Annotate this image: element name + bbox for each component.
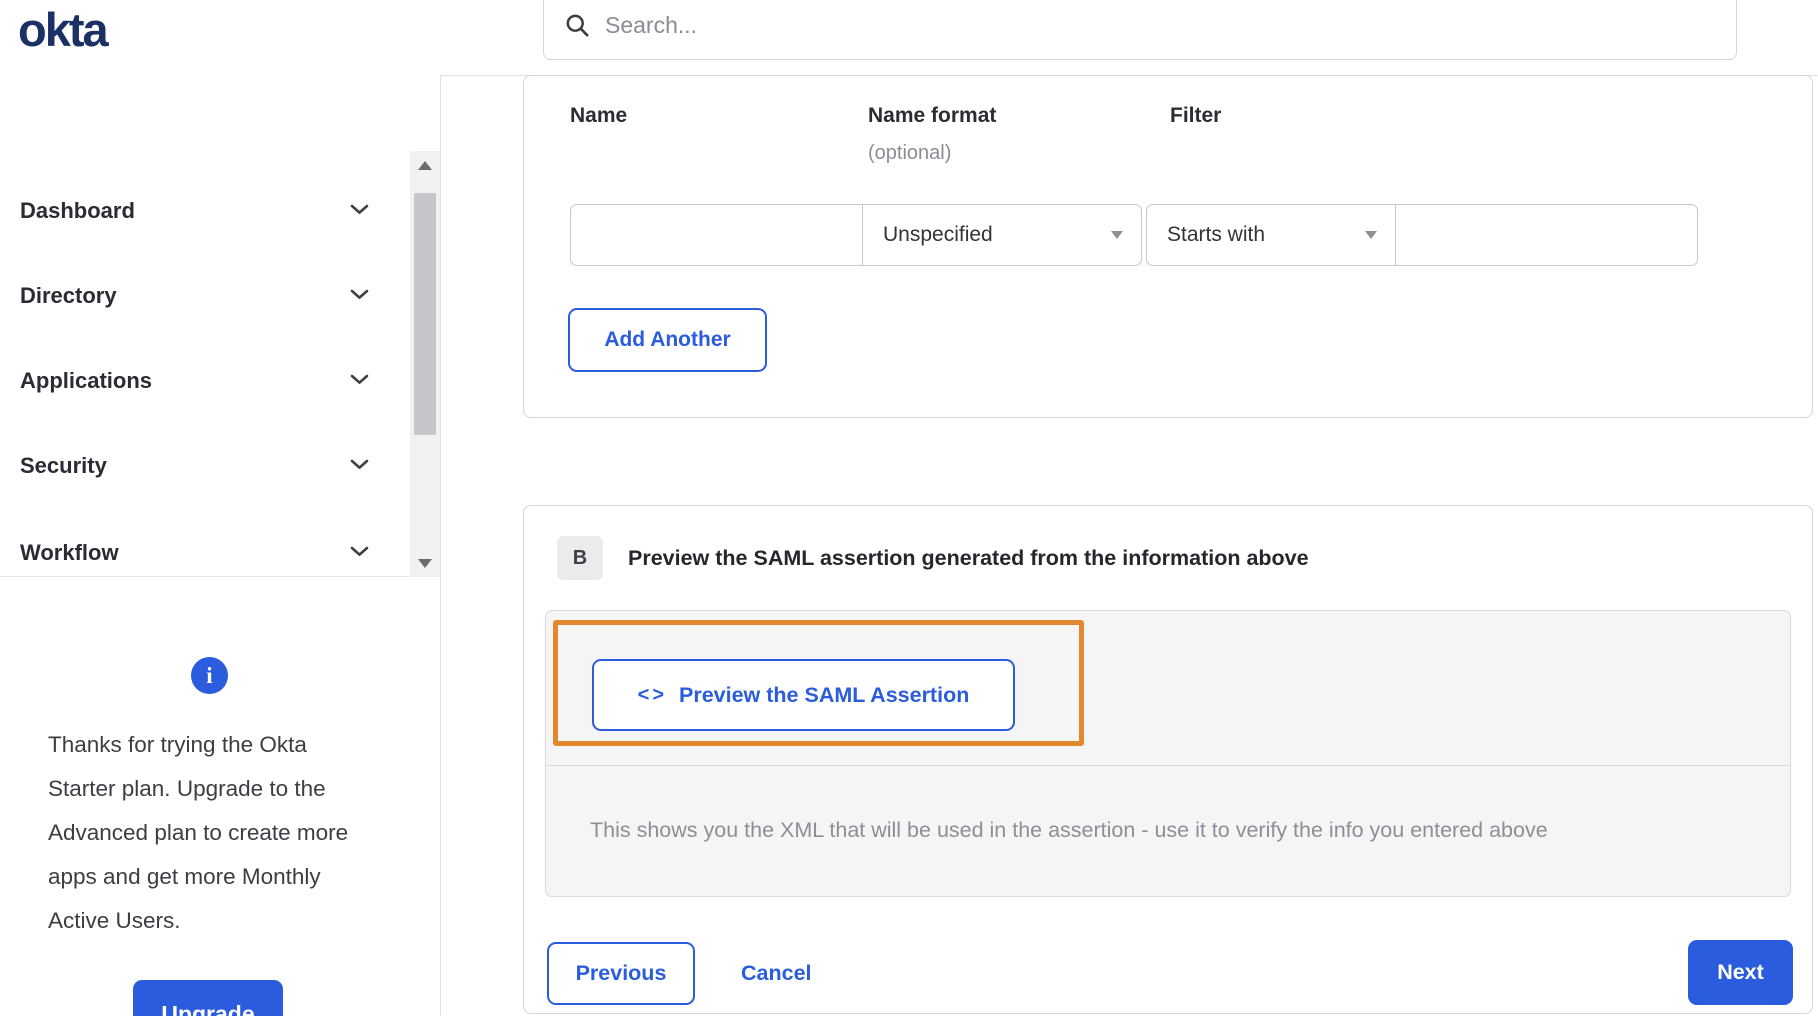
code-icon: <> (637, 683, 667, 706)
chevron-down-icon (350, 372, 369, 390)
name-column-label: Name (570, 104, 628, 127)
sidebar-item-security[interactable]: Security (0, 436, 409, 496)
preview-panel-divider (545, 765, 1791, 766)
attribute-name-input[interactable] (570, 204, 863, 266)
sidebar-item-label: Security (20, 453, 107, 478)
preview-panel-description: This shows you the XML that will be used… (590, 818, 1548, 842)
previous-button[interactable]: Previous (547, 942, 695, 1005)
sidebar-nav: Dashboard Directory Applications Securit… (0, 151, 409, 577)
sidebar-item-label: Directory (20, 283, 117, 308)
sidebar-item-applications[interactable]: Applications (0, 351, 409, 411)
plan-promo-text: Thanks for trying the Okta Starter plan.… (48, 732, 349, 933)
filter-operator-select[interactable]: Starts with (1146, 204, 1396, 266)
okta-logo: okta (18, 2, 109, 56)
triangle-up-icon (418, 160, 432, 170)
preview-section-title: Preview the SAML assertion generated fro… (628, 546, 1309, 570)
preview-panel (545, 610, 1791, 897)
preview-saml-assertion-label: Preview the SAML Assertion (679, 682, 970, 707)
info-icon: i (191, 657, 228, 694)
dropdown-arrow-icon (1111, 231, 1123, 239)
global-search (543, 0, 1737, 60)
chevron-down-icon (350, 457, 369, 475)
sidebar-scrollbar[interactable] (410, 151, 440, 577)
sidebar: Dashboard Directory Applications Securit… (0, 75, 441, 1016)
scroll-down-button[interactable] (410, 549, 440, 577)
scrollbar-thumb[interactable] (414, 193, 436, 435)
next-button[interactable]: Next (1688, 940, 1793, 1005)
scroll-up-button[interactable] (410, 151, 440, 179)
search-icon (564, 12, 591, 39)
dropdown-arrow-icon (1365, 231, 1377, 239)
name-format-selected-value: Unspecified (883, 223, 993, 246)
sidebar-item-directory[interactable]: Directory (0, 266, 409, 326)
chevron-down-icon (350, 202, 369, 220)
filter-column-label: Filter (1170, 104, 1222, 127)
chevron-down-icon (350, 287, 369, 305)
sidebar-item-workflow[interactable]: Workflow (0, 523, 409, 583)
filter-operator-selected-value: Starts with (1167, 223, 1266, 246)
search-input[interactable] (605, 0, 1736, 55)
add-another-button[interactable]: Add Another (568, 308, 767, 372)
filter-value-input[interactable] (1395, 204, 1698, 266)
name-format-optional-hint: (optional) (868, 142, 952, 164)
triangle-down-icon (418, 558, 432, 568)
cancel-button[interactable]: Cancel (741, 942, 812, 1005)
name-format-select[interactable]: Unspecified (862, 204, 1142, 266)
name-format-column-label: Name format (868, 104, 997, 127)
sidebar-item-dashboard[interactable]: Dashboard (0, 181, 409, 241)
sidebar-item-label: Dashboard (20, 198, 135, 223)
sidebar-item-label: Workflow (20, 540, 119, 565)
okta-admin-page: okta Dashboard Directory Applications (0, 0, 1818, 1016)
step-b-badge: B (557, 536, 603, 580)
sidebar-item-label: Applications (20, 368, 153, 393)
preview-saml-assertion-button[interactable]: <> Preview the SAML Assertion (592, 659, 1015, 731)
chevron-down-icon (350, 544, 369, 562)
upgrade-button[interactable]: Upgrade (133, 980, 283, 1016)
